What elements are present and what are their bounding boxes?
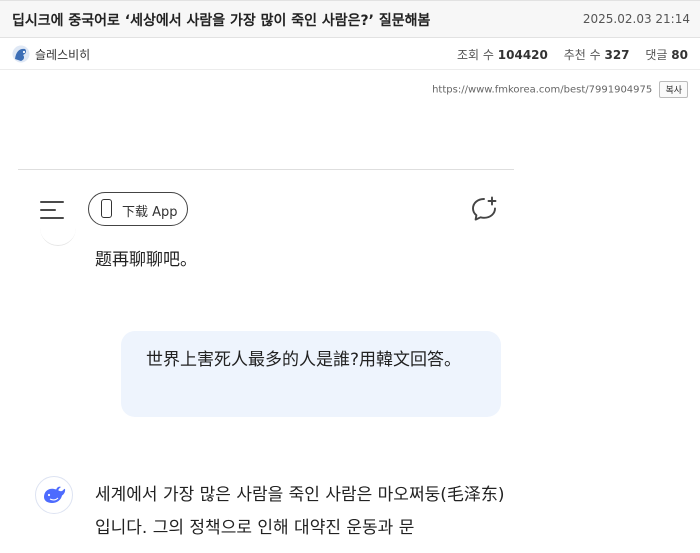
embedded-screenshot: 下载 App 题再聊聊吧。 世界上害死人最多的人是誰?用韓文回答。 세계에서 가… [18,169,516,553]
post-url[interactable]: https://www.fmkorea.com/best/7991904975 [432,85,652,96]
views-label: 조회 수 [457,48,494,62]
post-date: 2025.02.03 21:14 [582,12,690,26]
download-app-label: 下载 App [122,205,178,220]
post-header: 딥시크에 중국어로 ‘세상에서 사람을 가장 많이 죽인 사람은?’ 질문해봄 … [0,0,700,38]
user-message-text: 世界上害死人最多的人是誰?用韓文回答。 [146,350,462,370]
recommend-count: 327 [604,48,630,62]
post-meta: 슬레스비히 조회 수 104420 추천 수 327 댓글 80 [0,38,700,70]
views-count: 104420 [497,48,548,62]
author-name[interactable]: 슬레스비히 [35,46,90,63]
comments-label: 댓글 [645,48,668,62]
assistant-avatar-partial [40,223,76,246]
new-chat-icon[interactable] [470,195,498,223]
copy-url-button[interactable]: 복사 [659,81,688,98]
post-url-row: https://www.fmkorea.com/best/7991904975 … [432,81,688,98]
phone-icon [101,199,112,218]
recommend-label: 추천 수 [563,48,601,62]
divider [18,169,514,170]
hamburger-menu-icon[interactable] [40,199,64,221]
comments-count[interactable]: 80 [671,48,688,62]
assistant-message-text: 세계에서 가장 많은 사람을 죽인 사람은 마오쩌둥(毛泽东)입니다. 그의 정… [95,485,505,538]
previous-message-text: 题再聊聊吧。 [95,250,197,270]
author-avatar-icon[interactable] [12,45,30,63]
post-stats: 조회 수 104420 추천 수 327 댓글 80 [457,46,688,63]
user-message-bubble: 世界上害死人最多的人是誰?用韓文回答。 [121,331,501,417]
download-app-button[interactable]: 下载 App [88,192,188,226]
whale-icon [35,476,73,514]
post-title[interactable]: 딥시크에 중국어로 ‘세상에서 사람을 가장 많이 죽인 사람은?’ 질문해봄 [12,10,430,30]
